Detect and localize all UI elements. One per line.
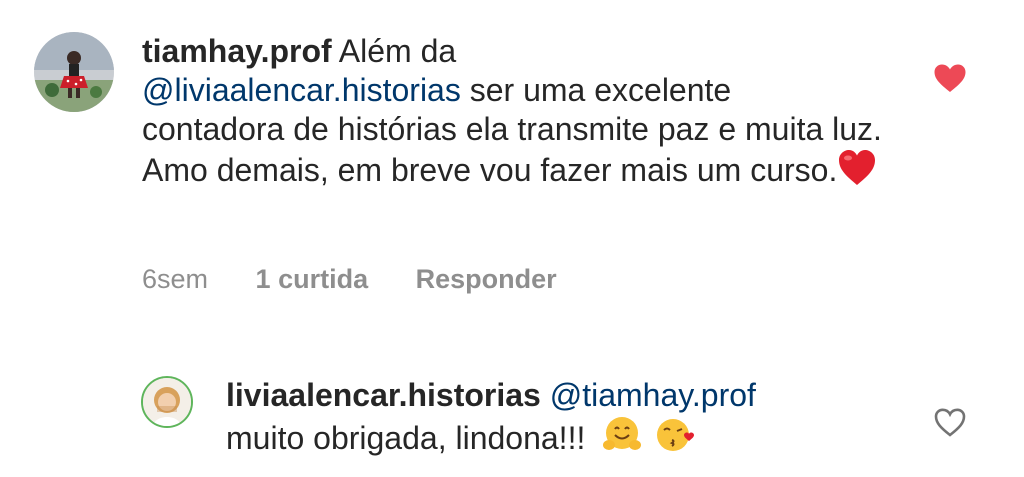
reply-comment: liviaalencar.historias @tiamhay.prof mui… <box>0 360 1024 477</box>
avatar-photo <box>34 32 114 112</box>
red-heart-emoji <box>837 149 877 196</box>
comment: tiamhay.prof Além da @liviaalencar.histo… <box>0 0 1024 310</box>
avatar[interactable] <box>34 32 114 112</box>
hugging-face-emoji <box>600 415 644 464</box>
reply-like-heart-icon[interactable] <box>934 408 966 442</box>
reply-username[interactable]: liviaalencar.historias <box>226 377 541 413</box>
reply-avatar-photo <box>143 378 191 426</box>
reply-mention[interactable]: @tiamhay.prof <box>550 377 756 413</box>
comment-likes-count[interactable]: 1 curtida <box>256 264 369 294</box>
like-heart-icon[interactable] <box>933 63 967 99</box>
reply-message: muito obrigada, lindona!!! <box>226 420 586 456</box>
comment-text: tiamhay.prof Além da @liviaalencar.histo… <box>142 32 882 196</box>
comment-mention[interactable]: @liviaalencar.historias <box>142 72 461 108</box>
comment-time: 6sem <box>142 264 209 294</box>
reply-avatar[interactable] <box>141 376 193 428</box>
kissing-face-emoji <box>653 415 697 464</box>
comment-username[interactable]: tiamhay.prof <box>142 33 332 69</box>
reply-text: liviaalencar.historias @tiamhay.prof mui… <box>226 376 926 464</box>
comment-meta: 6sem 1 curtida Responder <box>142 264 597 295</box>
comment-text-start: Além da <box>338 33 457 69</box>
reply-button[interactable]: Responder <box>416 264 557 294</box>
